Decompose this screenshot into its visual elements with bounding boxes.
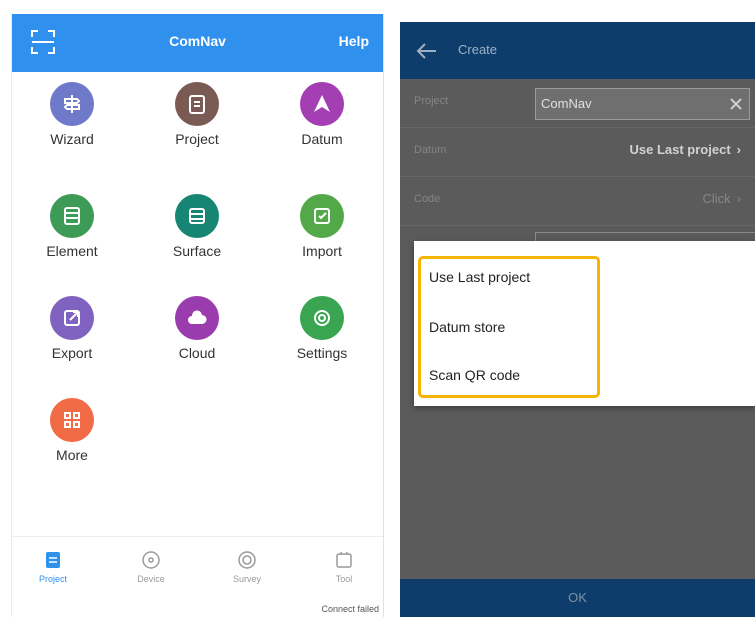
more-icon (50, 398, 94, 442)
home-header: ComNav Help (12, 14, 383, 72)
page-title: Create (458, 42, 498, 57)
project-row: Project ComNav (400, 79, 755, 128)
app-title: ComNav (169, 33, 226, 49)
project-label: Project (414, 95, 449, 107)
back-arrow-icon[interactable] (414, 39, 440, 63)
survey-nav-icon (238, 551, 256, 569)
create-screen: Create Project ComNav Datum Use Last pro… (400, 22, 755, 617)
import-icon (300, 194, 344, 238)
connect-status: Connect failed (321, 604, 379, 614)
dropdown-item-datum-store[interactable]: Datum store (429, 319, 505, 335)
nav-survey[interactable]: Survey (212, 549, 282, 584)
tile-import[interactable]: Import (272, 194, 372, 259)
dropdown-item-use-last-project[interactable]: Use Last project (429, 269, 530, 285)
export-icon (50, 296, 94, 340)
tile-project[interactable]: Project (147, 82, 247, 147)
code-value-text: Click (702, 191, 731, 206)
bottom-nav: Project Device Survey Tool Connect faile… (12, 536, 383, 617)
datum-icon (300, 82, 344, 126)
tile-datum[interactable]: Datum (272, 82, 372, 147)
nav-project[interactable]: Project (18, 549, 88, 584)
chevron-right-icon: › (736, 142, 741, 157)
ok-button[interactable]: OK (400, 579, 755, 617)
project-name-input[interactable]: ComNav (535, 88, 750, 120)
tile-label: Surface (172, 243, 222, 259)
datum-row[interactable]: Datum Use Last project › (400, 128, 755, 177)
tile-surface[interactable]: Surface (147, 194, 247, 259)
surface-icon (175, 194, 219, 238)
wizard-icon (50, 82, 94, 126)
tile-settings[interactable]: Settings (272, 296, 372, 361)
cloud-icon (175, 296, 219, 340)
project-name-value: ComNav (541, 96, 592, 111)
tile-label: Export (51, 345, 93, 361)
tile-label: More (56, 447, 88, 463)
nav-label: Survey (232, 574, 261, 584)
tile-label: Cloud (178, 345, 216, 361)
home-screen: ComNav Help Wizard Project Datum Element… (11, 14, 384, 617)
tile-more[interactable]: More (22, 398, 122, 463)
tile-label: Wizard (50, 131, 94, 147)
datum-label: Datum (414, 144, 447, 156)
tile-label: Import (302, 243, 342, 259)
settings-icon (300, 296, 344, 340)
tool-nav-icon (336, 552, 352, 568)
nav-tool[interactable]: Tool (309, 549, 379, 584)
tile-label: Project (175, 131, 219, 147)
code-row[interactable]: Code Click › (400, 177, 755, 226)
create-header: Create (400, 22, 755, 79)
code-label: Code (414, 193, 441, 205)
project-nav-icon (46, 552, 60, 568)
device-nav-icon (142, 551, 160, 569)
nav-label: Device (137, 574, 165, 584)
datum-dropdown: Use Last project Datum store Scan QR cod… (414, 241, 755, 406)
tile-label: Datum (301, 131, 343, 147)
tile-wizard[interactable]: Wizard (22, 82, 122, 147)
nav-label: Project (38, 574, 67, 584)
nav-device[interactable]: Device (116, 549, 186, 584)
datum-value-text: Use Last project (629, 142, 731, 157)
tile-label: Element (46, 243, 98, 259)
tile-element[interactable]: Element (22, 194, 122, 259)
tile-cloud[interactable]: Cloud (147, 296, 247, 361)
project-icon (175, 82, 219, 126)
code-value: Click › (702, 191, 741, 206)
tile-label: Settings (296, 345, 348, 361)
element-icon (50, 194, 94, 238)
tile-export[interactable]: Export (22, 296, 122, 361)
nav-label: Tool (335, 574, 353, 584)
chevron-right-icon: › (736, 191, 741, 206)
clear-icon[interactable] (729, 97, 743, 111)
dropdown-item-scan-qr-code[interactable]: Scan QR code (429, 367, 520, 383)
datum-value: Use Last project › (630, 142, 742, 157)
help-link[interactable]: Help (339, 33, 369, 49)
